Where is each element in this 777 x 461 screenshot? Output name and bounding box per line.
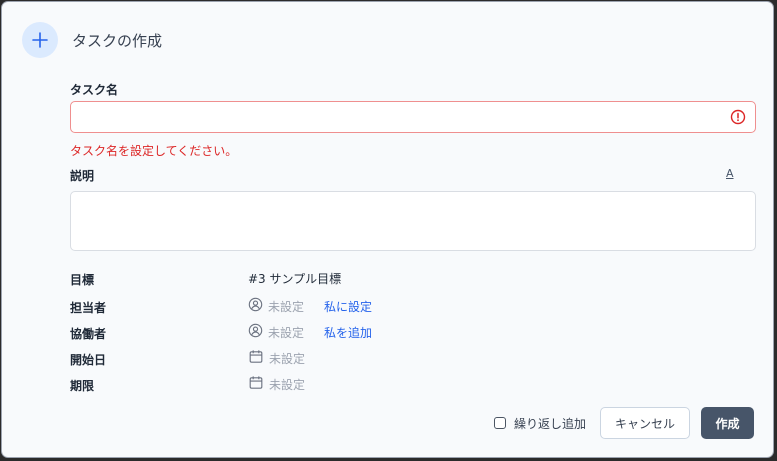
assignee-value[interactable]: 未設定	[268, 298, 304, 315]
collaborators-value[interactable]: 未設定	[268, 324, 304, 341]
user-icon	[248, 323, 263, 341]
repeat-label[interactable]: 繰り返し追加	[514, 415, 586, 432]
start-date-value: 未設定	[269, 351, 306, 366]
task-name-input[interactable]	[70, 101, 756, 133]
dialog-title: タスクの作成	[72, 31, 163, 50]
description-label: 説明	[70, 169, 95, 183]
user-icon	[248, 297, 263, 315]
add-me-link[interactable]: 私を追加	[324, 324, 372, 341]
repeat-checkbox[interactable]	[493, 417, 506, 429]
create-button[interactable]: 作成	[701, 407, 754, 439]
collaborators-row: 未設定 私を追加	[248, 323, 372, 341]
collaborators-label: 協働者	[70, 327, 107, 341]
due-date-label: 期限	[70, 379, 95, 393]
dialog-footer: 繰り返し追加 キャンセル 作成	[493, 407, 754, 439]
start-date-label: 開始日	[70, 353, 107, 367]
task-name-label: タスク名	[70, 83, 119, 97]
due-date-row[interactable]: 未設定	[248, 375, 305, 393]
assignee-label: 担当者	[70, 301, 107, 315]
create-task-dialog: タスクの作成 タスク名 タスク名を設定してください。 説明 A 目標 #3 サン…	[1, 1, 774, 458]
plus-icon	[22, 22, 58, 58]
calendar-icon	[248, 349, 264, 367]
start-date-row[interactable]: 未設定	[248, 349, 305, 367]
cancel-button[interactable]: キャンセル	[600, 407, 690, 439]
text-format-button[interactable]: A	[726, 167, 734, 180]
assign-me-link[interactable]: 私に設定	[324, 298, 372, 315]
error-icon	[730, 109, 746, 129]
goal-text: #3 サンプル目標	[248, 272, 342, 286]
goal-value[interactable]: #3 サンプル目標	[248, 270, 341, 287]
calendar-icon	[248, 375, 264, 393]
description-input[interactable]	[70, 191, 756, 251]
assignee-row: 未設定 私に設定	[248, 297, 372, 315]
dialog-header: タスクの作成	[22, 22, 162, 58]
task-name-error: タスク名を設定してください。	[70, 144, 238, 158]
goal-label: 目標	[70, 273, 95, 287]
due-date-value: 未設定	[269, 377, 306, 392]
